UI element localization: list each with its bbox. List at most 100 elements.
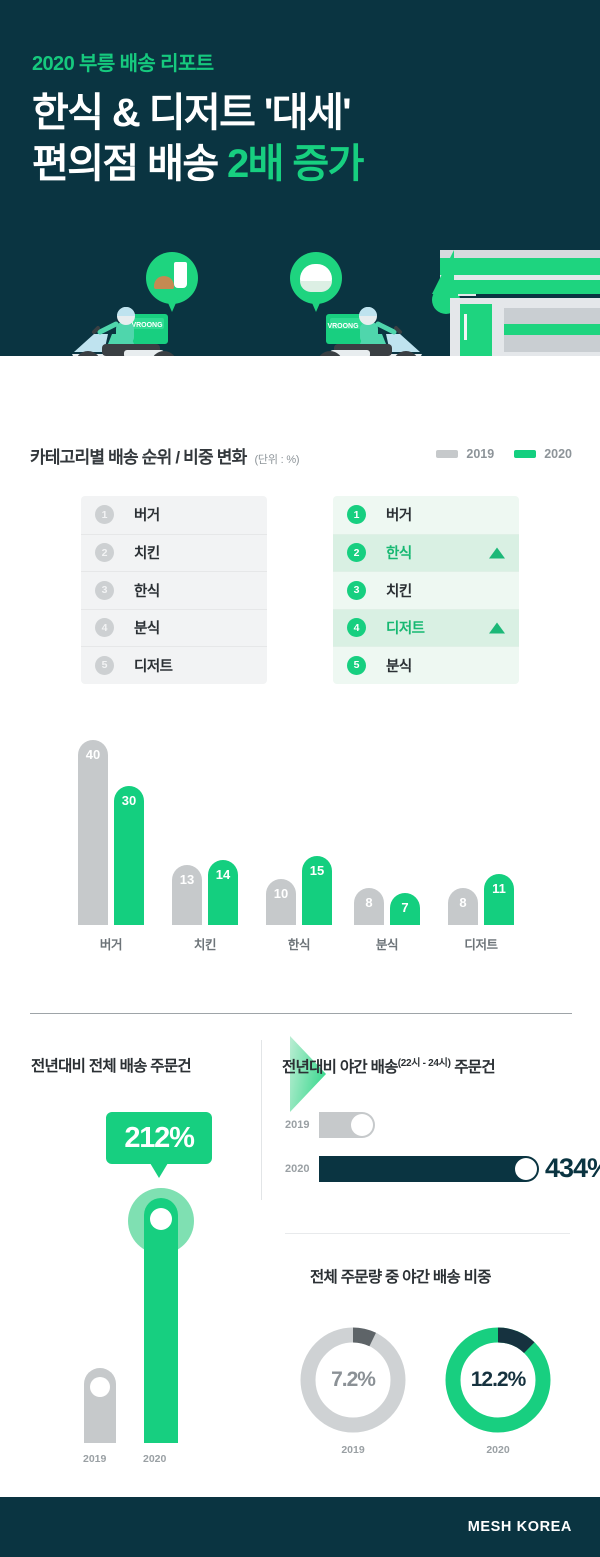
bar-knob-icon bbox=[150, 1208, 172, 1230]
legend-label-2020: 2020 bbox=[544, 447, 572, 461]
bar-category-label: 치킨 bbox=[193, 938, 217, 952]
rank-badge: 3 bbox=[95, 580, 114, 600]
store-window-stripe bbox=[504, 324, 600, 335]
report-kicker: 2020 부릉 배송 리포트 bbox=[32, 53, 214, 75]
bar-2020: 7 bbox=[390, 892, 420, 925]
night-orders-year-2020: 2020 bbox=[285, 1162, 310, 1175]
total-orders-value: 212% bbox=[124, 1121, 195, 1154]
rice-bowl-icon bbox=[300, 264, 332, 292]
rank-label: 버거 bbox=[386, 508, 412, 525]
night-share-donut-2019: 7.2% 2019 bbox=[295, 1322, 411, 1456]
rank-badge: 4 bbox=[95, 618, 114, 638]
page-title: 한식 & 디저트 '대세' 편의점 배송 2배 증가 bbox=[32, 88, 364, 190]
headline-line-1: 한식 & 디저트 '대세' bbox=[32, 91, 352, 135]
night-orders-row-2019: 2019 bbox=[285, 1112, 375, 1138]
rank-list-2019: 1 버거 2 치킨 3 한식 4 분식 5 디저트 bbox=[81, 496, 267, 684]
night-orders-bar-2019 bbox=[319, 1112, 375, 1138]
rank-badge: 2 bbox=[347, 543, 366, 563]
night-share-title: 전체 주문량 중 야간 배송 비중 bbox=[310, 1269, 491, 1286]
night-orders-value-2020: 434% bbox=[545, 1153, 600, 1183]
rank-badge: 3 bbox=[347, 580, 366, 600]
night-share-donut-2020: 12.2% 2020 bbox=[440, 1322, 556, 1456]
rank-comparison: 1 버거 2 치킨 3 한식 4 분식 5 디저트 1 버거 2 한식 3 치킨… bbox=[0, 496, 600, 1112]
store-door-handle bbox=[464, 314, 467, 340]
bar-group: 13 14 치킨 bbox=[158, 860, 252, 952]
bar-value-2019: 10 bbox=[273, 885, 289, 901]
total-orders-bar-2020 bbox=[144, 1198, 178, 1443]
store-awning-green-1 bbox=[440, 258, 600, 275]
svg-text:VROONG: VROONG bbox=[131, 322, 163, 329]
list-item: 5 디저트 bbox=[81, 646, 267, 684]
donut-year-2019: 2019 bbox=[341, 1444, 365, 1456]
rank-label: 분식 bbox=[386, 658, 412, 675]
category-share-bar-chart: 40 30 버거 13 14 치킨 10 15 한식 8 7 분식 8 11 디… bbox=[0, 735, 600, 965]
store-awning-top bbox=[440, 250, 600, 258]
list-item: 1 버거 bbox=[333, 496, 519, 534]
bar-value-2020: 11 bbox=[492, 881, 506, 897]
headline-line-2: 편의점 배송 2배 증가 bbox=[32, 139, 364, 190]
list-item: 3 치킨 bbox=[333, 571, 519, 609]
legend-swatch-2019 bbox=[436, 450, 459, 458]
bar-value-2019: 40 bbox=[85, 747, 101, 763]
bar-value-2020: 7 bbox=[401, 899, 409, 915]
list-item: 4 분식 bbox=[81, 608, 267, 647]
ground-strip bbox=[0, 356, 600, 378]
rank-badge: 2 bbox=[95, 543, 114, 563]
bar-2019: 40 bbox=[78, 740, 108, 925]
list-item: 2 치킨 bbox=[81, 533, 267, 572]
rank-badge: 1 bbox=[347, 505, 366, 525]
total-orders-callout: 212% bbox=[106, 1112, 212, 1164]
store-awning-green-2 bbox=[440, 280, 600, 294]
total-orders-year-2019: 2019 bbox=[83, 1453, 107, 1465]
legend-item-2020: 2020 bbox=[514, 447, 572, 461]
total-orders-year-2020: 2020 bbox=[143, 1453, 167, 1465]
rank-label: 한식 bbox=[134, 583, 160, 600]
list-item: 2 한식 bbox=[333, 533, 519, 571]
rank-badge: 4 bbox=[347, 618, 366, 638]
bar-category-label: 분식 bbox=[375, 938, 399, 952]
rank-badge: 5 bbox=[347, 655, 366, 675]
rank-label: 치킨 bbox=[134, 546, 160, 563]
rank-label: 한식 bbox=[386, 546, 412, 563]
night-orders-bar-2020 bbox=[319, 1155, 539, 1182]
list-item: 3 한식 bbox=[81, 571, 267, 609]
bar-2019: 13 bbox=[172, 864, 202, 925]
bar-group: 8 11 디저트 bbox=[434, 874, 528, 952]
bar-value-2019: 8 bbox=[459, 895, 467, 911]
night-orders-title-sup: (22시 - 24시) bbox=[397, 1058, 451, 1069]
night-orders-year-2019: 2019 bbox=[285, 1119, 310, 1131]
total-orders-bar-2019 bbox=[84, 1368, 116, 1443]
legend-item-2019: 2019 bbox=[436, 447, 494, 461]
brand-logo: MESH KOREA bbox=[467, 1519, 572, 1535]
bar-group: 40 30 버거 bbox=[64, 740, 158, 952]
rank-label: 디저트 bbox=[386, 621, 425, 638]
bar-2019: 8 bbox=[448, 888, 478, 925]
bar-2020: 30 bbox=[114, 786, 144, 925]
bar-category-label: 디저트 bbox=[464, 938, 498, 952]
rank-label: 디저트 bbox=[134, 658, 173, 675]
bar-value-2020: 14 bbox=[215, 867, 231, 883]
burger-bun-icon bbox=[154, 276, 174, 289]
bar-value-2019: 8 bbox=[365, 895, 373, 911]
hero-banner: VROONG VROONG 2020 부릉 배송 리포트 한식 & 디저트 '대… bbox=[0, 0, 600, 378]
bar-group: 10 15 한식 bbox=[252, 855, 346, 952]
bar-category-label: 한식 bbox=[287, 938, 311, 952]
donut-chart-2019: 7.2% bbox=[295, 1322, 411, 1438]
rank-label: 버거 bbox=[134, 508, 160, 525]
bar-group: 8 7 분식 bbox=[340, 888, 434, 952]
donut-value-2019: 7.2% bbox=[331, 1368, 376, 1391]
bar-2020: 11 bbox=[484, 874, 514, 925]
total-orders-title: 전년대비 전체 배송 주문건 bbox=[31, 1058, 192, 1075]
rank-label: 치킨 bbox=[386, 583, 412, 600]
night-orders-row-2020: 2020 434% bbox=[285, 1153, 600, 1184]
bar-value-2020: 30 bbox=[121, 793, 137, 809]
footer-bar: MESH KOREA bbox=[0, 1497, 600, 1557]
bar-knob-icon bbox=[351, 1114, 373, 1136]
map-pin-food-icon bbox=[146, 252, 198, 304]
rank-section-header: 카테고리별 배송 순위 / 비중 변화 (단위 : %) bbox=[30, 443, 300, 468]
night-section-divider bbox=[285, 1233, 570, 1234]
donut-value-2020: 12.2% bbox=[470, 1368, 527, 1391]
list-item: 1 버거 bbox=[81, 496, 267, 534]
convenience-store-illustration bbox=[432, 250, 600, 356]
donut-chart-2020: 12.2% bbox=[440, 1322, 556, 1438]
